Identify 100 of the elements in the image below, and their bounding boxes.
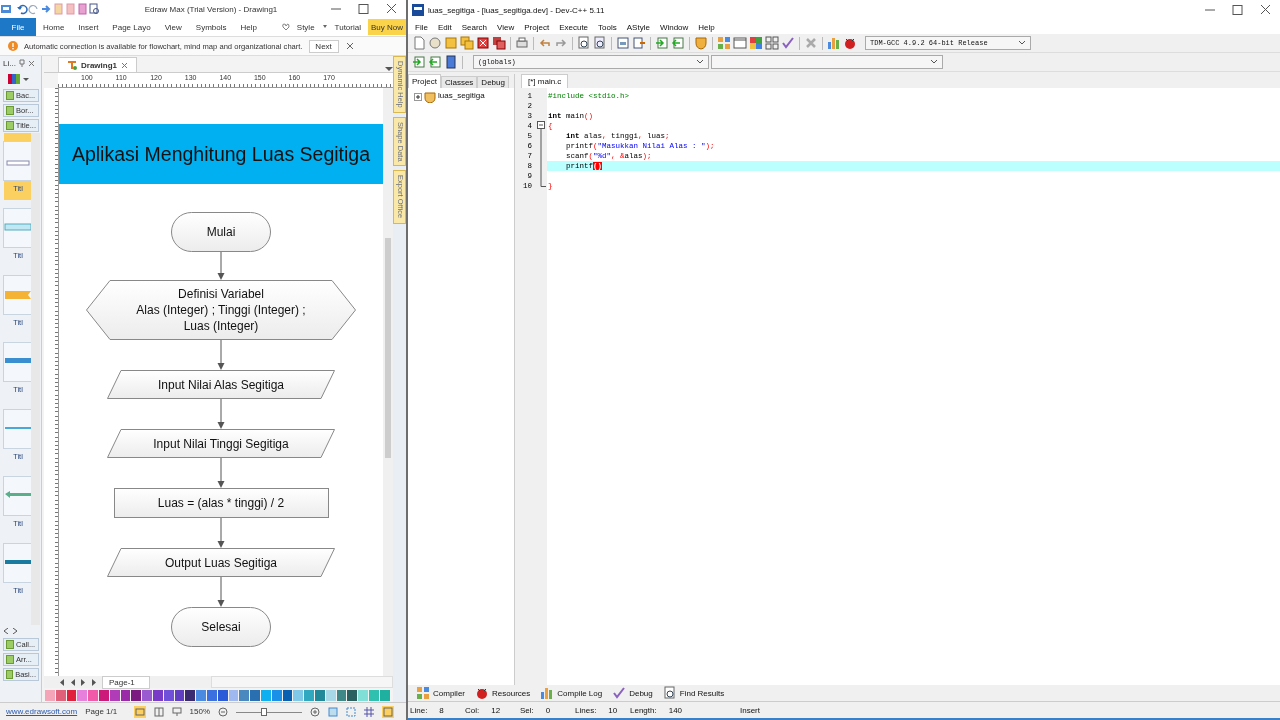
color-swatch[interactable] <box>142 689 152 701</box>
bottom-tab[interactable]: Compile Log <box>536 685 607 701</box>
ribbon-tab[interactable]: Symbols <box>188 18 234 36</box>
indent-icon[interactable] <box>632 36 646 50</box>
view-icon[interactable] <box>133 705 146 718</box>
next-button[interactable]: Next <box>308 39 339 53</box>
close-all-icon[interactable] <box>492 36 506 50</box>
ribbon-button[interactable]: Style <box>289 18 322 36</box>
panel-tab[interactable]: Classes <box>440 76 478 88</box>
color-swatch[interactable] <box>271 689 282 701</box>
arrow-out-icon[interactable] <box>671 36 685 50</box>
color-swatch[interactable] <box>163 689 174 701</box>
color-swatch[interactable] <box>239 689 250 701</box>
ribbon-button[interactable]: Tutorial <box>327 18 368 36</box>
panel-tab[interactable]: Debug <box>477 76 509 88</box>
ribbon-tab[interactable]: Page Layo <box>105 18 158 36</box>
menu-item[interactable]: View <box>492 22 520 32</box>
find-icon[interactable] <box>662 686 677 700</box>
tree-item[interactable]: luas_segitiga <box>438 91 485 100</box>
file-tab[interactable]: File <box>0 18 36 36</box>
bar-chart-icon[interactable] <box>540 686 555 700</box>
color-swatch[interactable] <box>250 689 260 701</box>
close-file-icon[interactable] <box>476 36 490 50</box>
ribbon-tab[interactable]: Help <box>233 18 264 36</box>
document-tab[interactable]: Drawing1 <box>58 57 137 72</box>
menu-item[interactable]: Search <box>456 22 493 32</box>
color-swatch[interactable] <box>131 689 142 701</box>
color-swatch[interactable] <box>185 689 196 701</box>
zoom-out-icon[interactable] <box>218 706 228 717</box>
window-icon[interactable] <box>616 36 630 50</box>
expand-icon[interactable] <box>414 93 422 101</box>
color-swatch[interactable] <box>152 689 163 701</box>
caret-icon[interactable] <box>23 76 29 82</box>
document-icon[interactable] <box>52 3 64 15</box>
color-swatch[interactable] <box>88 689 98 701</box>
menu-item[interactable]: Project <box>519 22 555 32</box>
panel-tab[interactable]: Project <box>408 74 441 88</box>
arrow-in-icon[interactable] <box>655 36 669 50</box>
grid-icon[interactable] <box>416 686 430 700</box>
redo-icon[interactable] <box>28 3 40 15</box>
bookmark-icon[interactable] <box>444 55 458 69</box>
cross-icon[interactable] <box>804 36 818 50</box>
arrow-out-icon[interactable] <box>428 55 442 69</box>
caret-icon[interactable] <box>1018 40 1026 46</box>
fit-icon[interactable] <box>328 706 338 717</box>
arrow-icon[interactable] <box>40 3 52 15</box>
fold-marker-icon[interactable] <box>537 121 546 187</box>
bottom-tab[interactable]: Compiler <box>412 685 469 701</box>
color-swatch[interactable] <box>99 689 109 701</box>
menu-item[interactable]: Edit <box>432 22 457 32</box>
color-swatch[interactable] <box>358 689 368 701</box>
color-swatch[interactable] <box>45 689 55 701</box>
save-icon[interactable] <box>444 36 458 50</box>
color-swatch[interactable] <box>66 689 77 701</box>
menu-item[interactable]: Help <box>693 22 720 32</box>
scrollbar[interactable] <box>31 133 40 625</box>
close-icon[interactable] <box>27 59 35 67</box>
caret-icon[interactable] <box>696 59 704 65</box>
editor-tab[interactable]: [*] main.c <box>521 74 569 88</box>
scroll-left-icon[interactable] <box>3 628 9 634</box>
color-swatch[interactable] <box>55 689 66 701</box>
new-file-icon[interactable] <box>412 36 426 50</box>
bug-icon[interactable] <box>475 686 489 700</box>
bar-chart-icon[interactable] <box>827 36 841 50</box>
color-swatch[interactable] <box>228 689 239 701</box>
menu-item[interactable]: Tools <box>593 22 622 32</box>
undo-icon[interactable] <box>16 3 28 15</box>
caret-icon[interactable] <box>930 59 938 65</box>
document-icon[interactable] <box>76 3 88 15</box>
bug-icon[interactable] <box>843 36 857 50</box>
close-icon[interactable] <box>121 61 128 69</box>
shield-icon[interactable] <box>694 36 708 50</box>
buy-button[interactable]: Buy Now <box>368 19 406 35</box>
replace-icon[interactable] <box>593 36 607 50</box>
bottom-tab[interactable]: Resources <box>471 685 535 701</box>
color-swatch[interactable] <box>325 689 336 701</box>
find-icon[interactable] <box>577 36 591 50</box>
color-swatch[interactable] <box>282 689 293 701</box>
print-icon[interactable] <box>515 36 529 50</box>
ribbon-tab[interactable]: Insert <box>71 18 106 36</box>
website-link[interactable]: www.edrawsoft.com <box>6 707 78 716</box>
presentation-icon[interactable] <box>171 706 182 717</box>
color-swatch[interactable] <box>174 689 185 701</box>
document-icon[interactable] <box>64 3 76 15</box>
fullscreen-icon[interactable] <box>382 705 394 718</box>
ribbon-tab[interactable]: Home <box>36 18 72 36</box>
color-swatch[interactable] <box>347 689 358 701</box>
color-swatch[interactable] <box>217 689 228 701</box>
close-icon[interactable] <box>344 41 355 51</box>
color-swatch[interactable] <box>196 689 206 701</box>
open-file-icon[interactable] <box>428 36 442 50</box>
window-icon[interactable] <box>733 36 747 50</box>
color-swatch[interactable] <box>368 689 379 701</box>
check-icon[interactable] <box>781 36 795 50</box>
color-swatch[interactable] <box>304 689 314 701</box>
color-swatch[interactable] <box>293 689 304 701</box>
scrollbar[interactable] <box>211 676 393 688</box>
menu-item[interactable]: AStyle <box>621 22 655 32</box>
color-swatch[interactable] <box>379 689 390 701</box>
menu-item[interactable]: File <box>410 22 433 32</box>
